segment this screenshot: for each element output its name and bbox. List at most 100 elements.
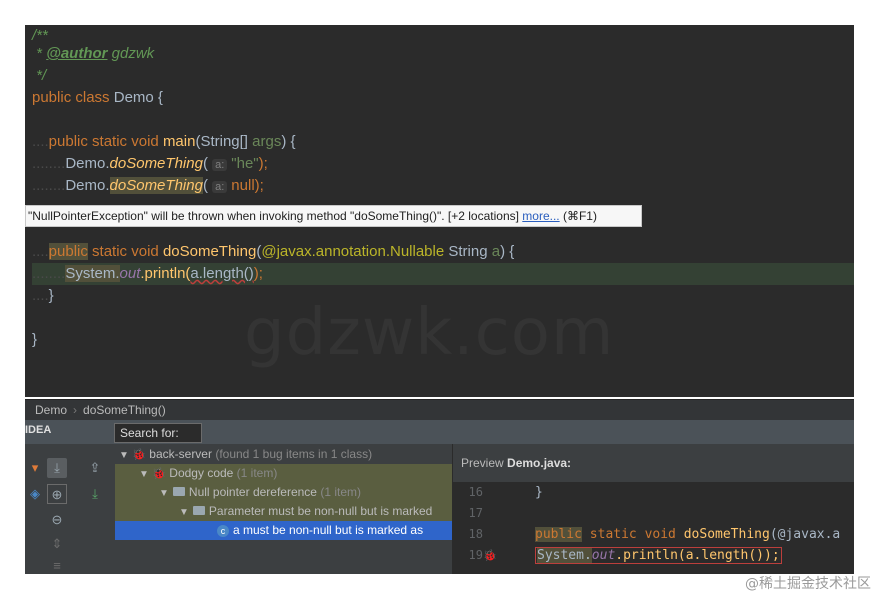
- print-system: System.: [65, 265, 120, 282]
- preview-rest: (@javax.a: [769, 527, 841, 542]
- tool-window-title: IDEA: [25, 424, 52, 436]
- kw-public: public: [32, 89, 72, 106]
- breadcrumb-class[interactable]: Demo: [35, 403, 67, 417]
- tooltip-more-link[interactable]: more...: [522, 209, 559, 223]
- kw-public: public: [48, 243, 88, 260]
- watermark: gdzwk.com: [244, 296, 615, 370]
- folder-icon: [192, 506, 205, 516]
- tree-row-label: Parameter must be non-null but is marked: [208, 504, 433, 518]
- line-number: 16: [468, 485, 483, 499]
- method-decl-line: ....public static void doSomeThing(@java…: [32, 243, 515, 260]
- class-open-brace: {: [157, 89, 163, 106]
- class-decl-line: public class Demo {: [32, 87, 163, 109]
- main-params: (String[]: [195, 133, 253, 150]
- call-close: );: [258, 155, 268, 172]
- preview-title: Preview Demo.java:: [461, 456, 571, 470]
- call-close: );: [254, 177, 264, 194]
- expand-triangle-icon[interactable]: ▼: [159, 488, 169, 499]
- error-highlight: System.out.println(a.length());: [535, 547, 782, 564]
- javadoc-author-line: * @author gdzwk: [32, 43, 154, 65]
- zoom-icon[interactable]: ⊖: [47, 510, 67, 530]
- search-for-field[interactable]: Search for:: [114, 423, 202, 443]
- call2-line: ........Demo.doSomeThing( a: null);: [32, 177, 264, 194]
- source-watermark: @稀土掘金技术社区: [745, 576, 871, 592]
- class-close-line: }: [32, 329, 37, 351]
- call2-arg: null: [231, 177, 255, 194]
- expand-triangle-icon[interactable]: ▼: [119, 450, 129, 461]
- tree-row[interactable]: ▼ Parameter must be non-null but is marke…: [115, 502, 452, 521]
- export-icon[interactable]: ⇪: [85, 458, 105, 478]
- kw-public: public: [48, 133, 88, 150]
- line-number: 19: [468, 548, 483, 562]
- kw-void: void: [131, 133, 159, 150]
- print-close: );: [253, 265, 263, 282]
- findbugs-tool-window: IDEA Search for: ▾ ⤓ ⇪ ◈ ⊕ ⤓ ⊖ ⇕ ≡ ▼ 🐞 b…: [25, 420, 854, 574]
- preview-out: out: [591, 548, 616, 563]
- tree-row-selected[interactable]: c a must be non-null but is marked as: [115, 521, 452, 540]
- tree-row[interactable]: ▼ 🐞 back-server (found 1 bug items in 1 …: [115, 445, 452, 464]
- preview-line-code: }: [535, 485, 543, 500]
- preview-kw: static void: [581, 527, 684, 542]
- bug-icon: 🐞: [132, 449, 146, 461]
- class-icon: c: [217, 524, 229, 537]
- method-sig-close: ) {: [500, 243, 515, 260]
- filter-icon[interactable]: ◈: [25, 484, 45, 504]
- bug-icon: 🐞: [152, 468, 166, 480]
- tree-row[interactable]: ▼ 🐞 Dodgy code (1 item): [115, 464, 452, 483]
- nullable-annotation: @javax.annotation.Nullable: [261, 243, 445, 260]
- preview-file: Demo.java:: [507, 456, 572, 470]
- param-hint: a:: [212, 181, 228, 193]
- kw-static: static: [92, 243, 128, 260]
- preview-system: System.: [537, 548, 592, 563]
- tree-row[interactable]: ▼ Null pointer dereference (1 item): [115, 483, 452, 502]
- preview-code[interactable]: 16} 17 18 public static void doSomeThing(…: [453, 482, 854, 574]
- print-out: out: [119, 265, 141, 282]
- group-icon[interactable]: ⊕: [47, 484, 67, 504]
- collapse-icon[interactable]: ≡: [47, 556, 67, 574]
- expand-icon[interactable]: ⇕: [47, 534, 67, 554]
- call-prefix: Demo.: [65, 177, 110, 194]
- bug-gutter-icon: 🐞: [483, 549, 497, 562]
- kw-class: class: [75, 89, 110, 106]
- tooltip-text: "NullPointerException" will be thrown wh…: [28, 209, 523, 223]
- expand-triangle-icon[interactable]: ▼: [179, 507, 189, 518]
- tooltip-shortcut: (⌘F1): [559, 209, 597, 223]
- method-close-brace: }: [48, 287, 54, 304]
- breadcrumb-method[interactable]: doSomeThing(): [83, 403, 166, 417]
- author-name: gdzwk: [111, 45, 155, 62]
- npe-tooltip: "NullPointerException" will be thrown wh…: [25, 205, 642, 227]
- tree-row-label: back-server: [149, 447, 212, 461]
- tree-row-label: Dodgy code: [169, 466, 234, 480]
- javadoc-close: */: [32, 67, 47, 84]
- tree-row-detail: (1 item): [316, 485, 361, 499]
- paren-open: (: [202, 155, 208, 172]
- tree-row-label: Null pointer dereference: [188, 485, 317, 499]
- kw-void: void: [131, 243, 159, 260]
- preview-line: 18 public static void doSomeThing(@javax.…: [453, 524, 854, 545]
- method-name: doSomeThing: [162, 243, 257, 260]
- line-number: 18: [468, 527, 483, 541]
- bug-tree: ▼ 🐞 back-server (found 1 bug items in 1 …: [115, 444, 452, 574]
- breadcrumb-separator-icon: ›: [73, 403, 78, 417]
- tool-window-header: IDEA Search for:: [25, 420, 854, 444]
- paren-open: (: [202, 177, 208, 194]
- run-analysis-icon[interactable]: ▾: [25, 458, 45, 478]
- tree-row-label: a must be non-null but is marked as: [233, 523, 424, 537]
- preview-method: doSomeThing: [683, 527, 770, 542]
- download-icon[interactable]: ⤓: [47, 458, 67, 478]
- preview-kw-public: public: [535, 527, 582, 542]
- author-tag: @author: [46, 45, 108, 62]
- folder-icon: [172, 487, 185, 497]
- call-method-warn[interactable]: doSomeThing: [109, 177, 203, 194]
- preview-label: Preview: [461, 456, 504, 470]
- expand-triangle-icon[interactable]: ▼: [139, 469, 149, 480]
- breadcrumb: Demo › doSomeThing(): [25, 399, 854, 421]
- main-name: main: [162, 133, 196, 150]
- class-name: Demo: [113, 89, 154, 106]
- import-icon[interactable]: ⤓: [85, 484, 105, 504]
- javadoc-star: *: [32, 45, 47, 62]
- param-type: String: [444, 243, 492, 260]
- call-prefix: Demo.: [65, 155, 110, 172]
- println-line: ........System.out.println(a.length());: [32, 263, 854, 285]
- param-hint: a:: [212, 159, 228, 171]
